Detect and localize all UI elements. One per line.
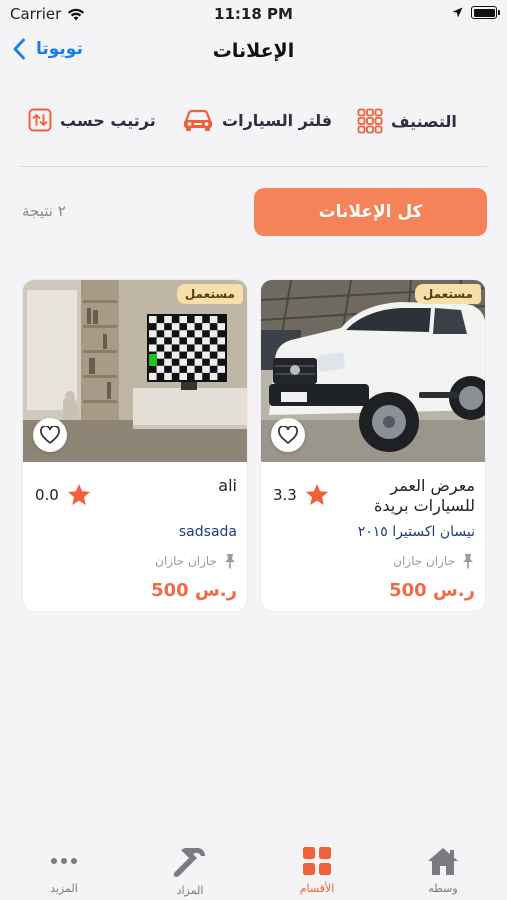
location-text: جازان جازان [155, 554, 217, 568]
all-ads-button[interactable]: كل الإعلانات [254, 188, 487, 236]
location: جازان جازان [155, 553, 237, 569]
divider [20, 166, 487, 167]
tab-home[interactable]: وسطه [393, 846, 493, 895]
condition-badge: مستعمل [414, 284, 481, 304]
rating: 3.3 [273, 483, 329, 506]
car-filter-button[interactable]: فلتر السيارات [182, 108, 332, 132]
tab-auction[interactable]: المزاد [140, 846, 240, 897]
sort-button[interactable]: ترتيب حسب [28, 108, 156, 132]
location-text: جازان جازان [393, 554, 455, 568]
rating-value: 3.3 [273, 485, 297, 504]
sort-label: ترتيب حسب [60, 110, 156, 130]
page-title: الإعلانات [212, 40, 295, 62]
star-icon [67, 484, 90, 505]
category-label: التصنيف [391, 111, 457, 131]
sort-icon [28, 108, 52, 132]
grid-icon [303, 847, 331, 875]
category-button[interactable]: التصنيف [357, 108, 457, 134]
price: 500 ر.س [151, 580, 237, 601]
tab-bar: وسطه الأقسام المزاد المزيد [0, 836, 507, 900]
tab-label: وسطه [428, 882, 458, 895]
status-time: 11:18 PM [214, 5, 293, 23]
seller-name: معرض العمر للسيارات بريدة [374, 476, 475, 515]
star-icon [305, 484, 328, 505]
tab-categories[interactable]: الأقسام [267, 846, 367, 895]
car-model: نيسان اكستيرا ٢٠١٥ [357, 524, 475, 540]
location-arrow-icon [452, 7, 463, 18]
listing-card[interactable]: مستعمل 3.3 معرض العمر للسيارات بريدة نيس… [260, 279, 486, 612]
status-right [452, 6, 500, 19]
status-bar: Carrier 11:18 PM [0, 0, 507, 28]
price: 500 ر.س [389, 580, 475, 601]
filter-toolbar: ترتيب حسب فلتر السيارات التصنيف [0, 100, 507, 146]
heart-icon [278, 426, 298, 444]
rating-value: 0.0 [35, 485, 59, 504]
result-count: ٢ نتيجة [22, 202, 66, 220]
category-grid-icon [357, 108, 383, 134]
car-filter-label: فلتر السيارات [222, 110, 333, 130]
more-icon [51, 858, 77, 864]
rating: 0.0 [35, 483, 91, 506]
tab-more[interactable]: المزيد [14, 846, 114, 895]
battery-icon [471, 6, 500, 19]
tab-label: الأقسام [299, 882, 335, 895]
favorite-button[interactable] [271, 418, 305, 452]
car-icon [182, 108, 214, 132]
favorite-button[interactable] [33, 418, 67, 452]
heart-icon [40, 426, 60, 444]
car-model: sadsada [178, 524, 237, 540]
hammer-icon [173, 848, 205, 877]
condition-badge: مستعمل [176, 284, 243, 304]
navigation-bar: تويوتا الإعلانات [0, 30, 507, 76]
listing-card[interactable]: مستعمل 0.0 ali sadsada جازان جازان 500 ر… [22, 279, 248, 612]
tab-label: المزيد [50, 882, 78, 895]
tab-label: المزاد [176, 884, 204, 897]
pin-icon [463, 554, 473, 569]
location: جازان جازان [393, 553, 475, 569]
seller-name: ali [218, 476, 237, 495]
home-icon [428, 848, 458, 875]
pin-icon [225, 554, 235, 569]
